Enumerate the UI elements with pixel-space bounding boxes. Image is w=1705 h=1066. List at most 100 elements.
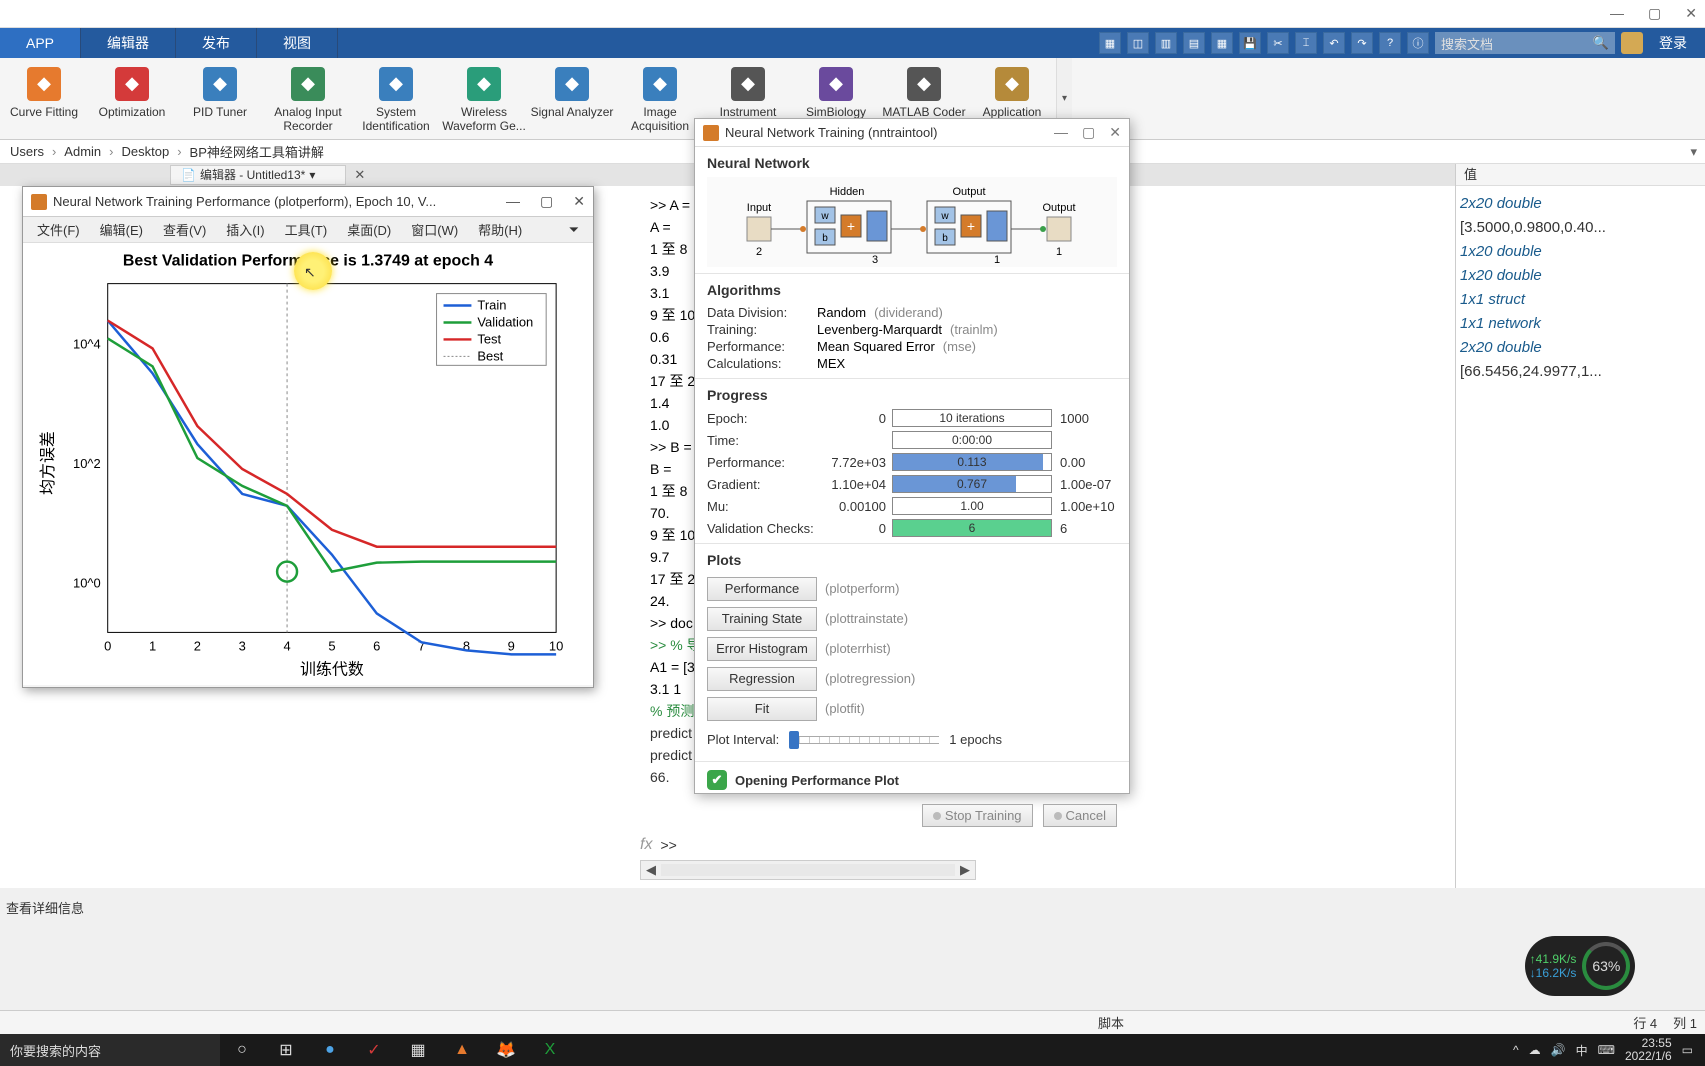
workspace-value[interactable]: 2x20 double [1460,192,1701,216]
progress-bar: 0.113 [892,453,1052,471]
notification-icon[interactable] [1621,32,1643,54]
slider-thumb[interactable] [789,731,799,749]
scroll-right[interactable]: ▶ [955,862,975,878]
workspace-value[interactable]: 1x1 struct [1460,288,1701,312]
progress-end: 1.00e-07 [1052,477,1114,492]
layout-icon-3[interactable]: ▥ [1155,32,1177,54]
toolstrip-analog-input-recorder[interactable]: ◆Analog Input Recorder [264,61,352,137]
doc-search[interactable]: 搜索文档 🔍 [1435,32,1615,54]
taskbar-cortana[interactable]: ○ [220,1034,264,1066]
plotperform-maximize[interactable]: ▢ [540,193,553,210]
toolstrip-optimization[interactable]: ◆Optimization [88,61,176,137]
plotperform-menu-item[interactable]: 查看(V) [153,220,216,239]
plotperform-menu-item[interactable]: 桌面(D) [337,220,401,239]
toolstrip-image-acquisition[interactable]: ◆Image Acquisition [616,61,704,137]
toolstrip-wireless-waveform-ge-[interactable]: ◆Wireless Waveform Ge... [440,61,528,137]
nntool-minimize[interactable]: — [1054,124,1068,141]
plotperform-menu-item[interactable]: 窗口(W) [401,220,468,239]
toolstrip-signal-analyzer[interactable]: ◆Signal Analyzer [528,61,616,137]
svg-text:Output: Output [1042,202,1075,214]
cmd-hscrollbar[interactable]: ◀ ▶ [640,860,976,880]
path-dropdown[interactable]: ▾ [1690,144,1697,160]
toolstrip-system-identification[interactable]: ◆System Identification [352,61,440,137]
help-icon[interactable]: ? [1379,32,1401,54]
crumb-admin[interactable]: Admin [62,144,103,159]
window-minimize[interactable]: — [1610,5,1624,22]
workspace-value[interactable]: [3.5000,0.9800,0.40... [1460,216,1701,240]
tab-view[interactable]: 视图 [257,28,338,58]
nntool-titlebar[interactable]: Neural Network Training (nntraintool) — … [695,119,1129,147]
svg-text:2: 2 [194,638,201,653]
editor-tab[interactable]: 📄 编辑器 - Untitled13* ▾ [170,165,346,185]
taskbar-taskview[interactable]: ⊞ [264,1034,308,1066]
taskbar-app1[interactable]: ✓ [352,1034,396,1066]
tray-up-icon[interactable]: ^ [1513,1043,1519,1057]
nntool-close[interactable]: ✕ [1109,124,1121,141]
plot-fit-button[interactable]: Fit [707,697,817,721]
plotperform-menu-item[interactable]: 工具(T) [275,220,338,239]
plotperform-titlebar[interactable]: Neural Network Training Performance (plo… [23,187,593,217]
cancel-button[interactable]: Cancel [1043,804,1117,827]
plotperform-menu-drop[interactable]: ⏷ [559,222,589,238]
tab-app[interactable]: APP [0,28,81,58]
login-button[interactable]: 登录 [1649,33,1697,53]
crumb-desktop[interactable]: Desktop [120,144,172,159]
copy-icon[interactable]: ⌶ [1295,32,1317,54]
tab-publish[interactable]: 发布 [176,28,257,58]
performance-plot[interactable]: Best Validation Performance is 1.3749 at… [23,243,593,685]
editor-tab-close[interactable]: ✕ [354,167,365,183]
toolstrip-pid-tuner[interactable]: ◆PID Tuner [176,61,264,137]
layout-icon-4[interactable]: ▤ [1183,32,1205,54]
plotperform-menu-item[interactable]: 文件(F) [27,220,90,239]
plotperform-menu-item[interactable]: 帮助(H) [468,220,532,239]
plot-regression-button[interactable]: Regression [707,667,817,691]
stop-training-button[interactable]: Stop Training [922,804,1033,827]
toolstrip-curve-fitting[interactable]: ◆Curve Fitting [0,61,88,137]
plotperform-menu-item[interactable]: 编辑(E) [90,220,153,239]
detail-info[interactable]: 查看详细信息 [0,894,90,921]
tab-editor[interactable]: 编辑器 [81,28,176,58]
taskbar-excel[interactable]: X [528,1034,572,1066]
tray-volume-icon[interactable]: 🔊 [1551,1043,1566,1057]
layout-icon-5[interactable]: ▦ [1211,32,1233,54]
workspace-value[interactable]: 1x20 double [1460,240,1701,264]
plot-fn: (plotregression) [825,671,915,686]
window-close[interactable]: ✕ [1685,5,1697,22]
taskbar-store[interactable]: ▦ [396,1034,440,1066]
plot-performance-button[interactable]: Performance [707,577,817,601]
workspace-value[interactable]: 2x20 double [1460,336,1701,360]
save-icon[interactable]: 💾 [1239,32,1261,54]
crumb-users[interactable]: Users [8,144,46,159]
tray-cloud-icon[interactable]: ☁ [1529,1043,1541,1057]
section-progress-header: Progress [707,387,1117,403]
plotperform-minimize[interactable]: — [506,193,520,210]
cpu-ring: 63% [1582,942,1630,990]
tray-notifications-icon[interactable]: ▭ [1682,1043,1693,1057]
plot-training state-button[interactable]: Training State [707,607,817,631]
plot-error histogram-button[interactable]: Error Histogram [707,637,817,661]
layout-icon-1[interactable]: ▦ [1099,32,1121,54]
taskbar-matlab[interactable]: ▲ [440,1034,484,1066]
progress-start: 0 [822,521,892,536]
plot-interval-slider[interactable] [789,736,939,744]
plotperform-menu-item[interactable]: 插入(I) [216,220,274,239]
tray-ime-icon[interactable]: 中 [1576,1042,1588,1059]
undo-icon[interactable]: ↶ [1323,32,1345,54]
nntool-maximize[interactable]: ▢ [1082,124,1095,141]
window-maximize[interactable]: ▢ [1648,5,1661,22]
workspace-value[interactable]: [66.5456,24.9977,1... [1460,360,1701,384]
workspace-value[interactable]: 1x20 double [1460,264,1701,288]
taskbar-search[interactable]: 你要搜索的内容 [0,1034,220,1066]
layout-icon-2[interactable]: ◫ [1127,32,1149,54]
cut-icon[interactable]: ✂ [1267,32,1289,54]
tray-keyboard-icon[interactable]: ⌨ [1598,1043,1615,1057]
info-icon[interactable]: ⓘ [1407,32,1429,54]
taskbar-firefox[interactable]: 🦊 [484,1034,528,1066]
crumb-folder[interactable]: BP神经网络工具箱讲解 [188,142,326,161]
cmd-prompt[interactable]: >> [660,834,676,856]
plotperform-close[interactable]: ✕ [573,193,585,210]
scroll-left[interactable]: ◀ [641,862,661,878]
taskbar-edge[interactable]: ● [308,1034,352,1066]
workspace-value[interactable]: 1x1 network [1460,312,1701,336]
redo-icon[interactable]: ↷ [1351,32,1373,54]
